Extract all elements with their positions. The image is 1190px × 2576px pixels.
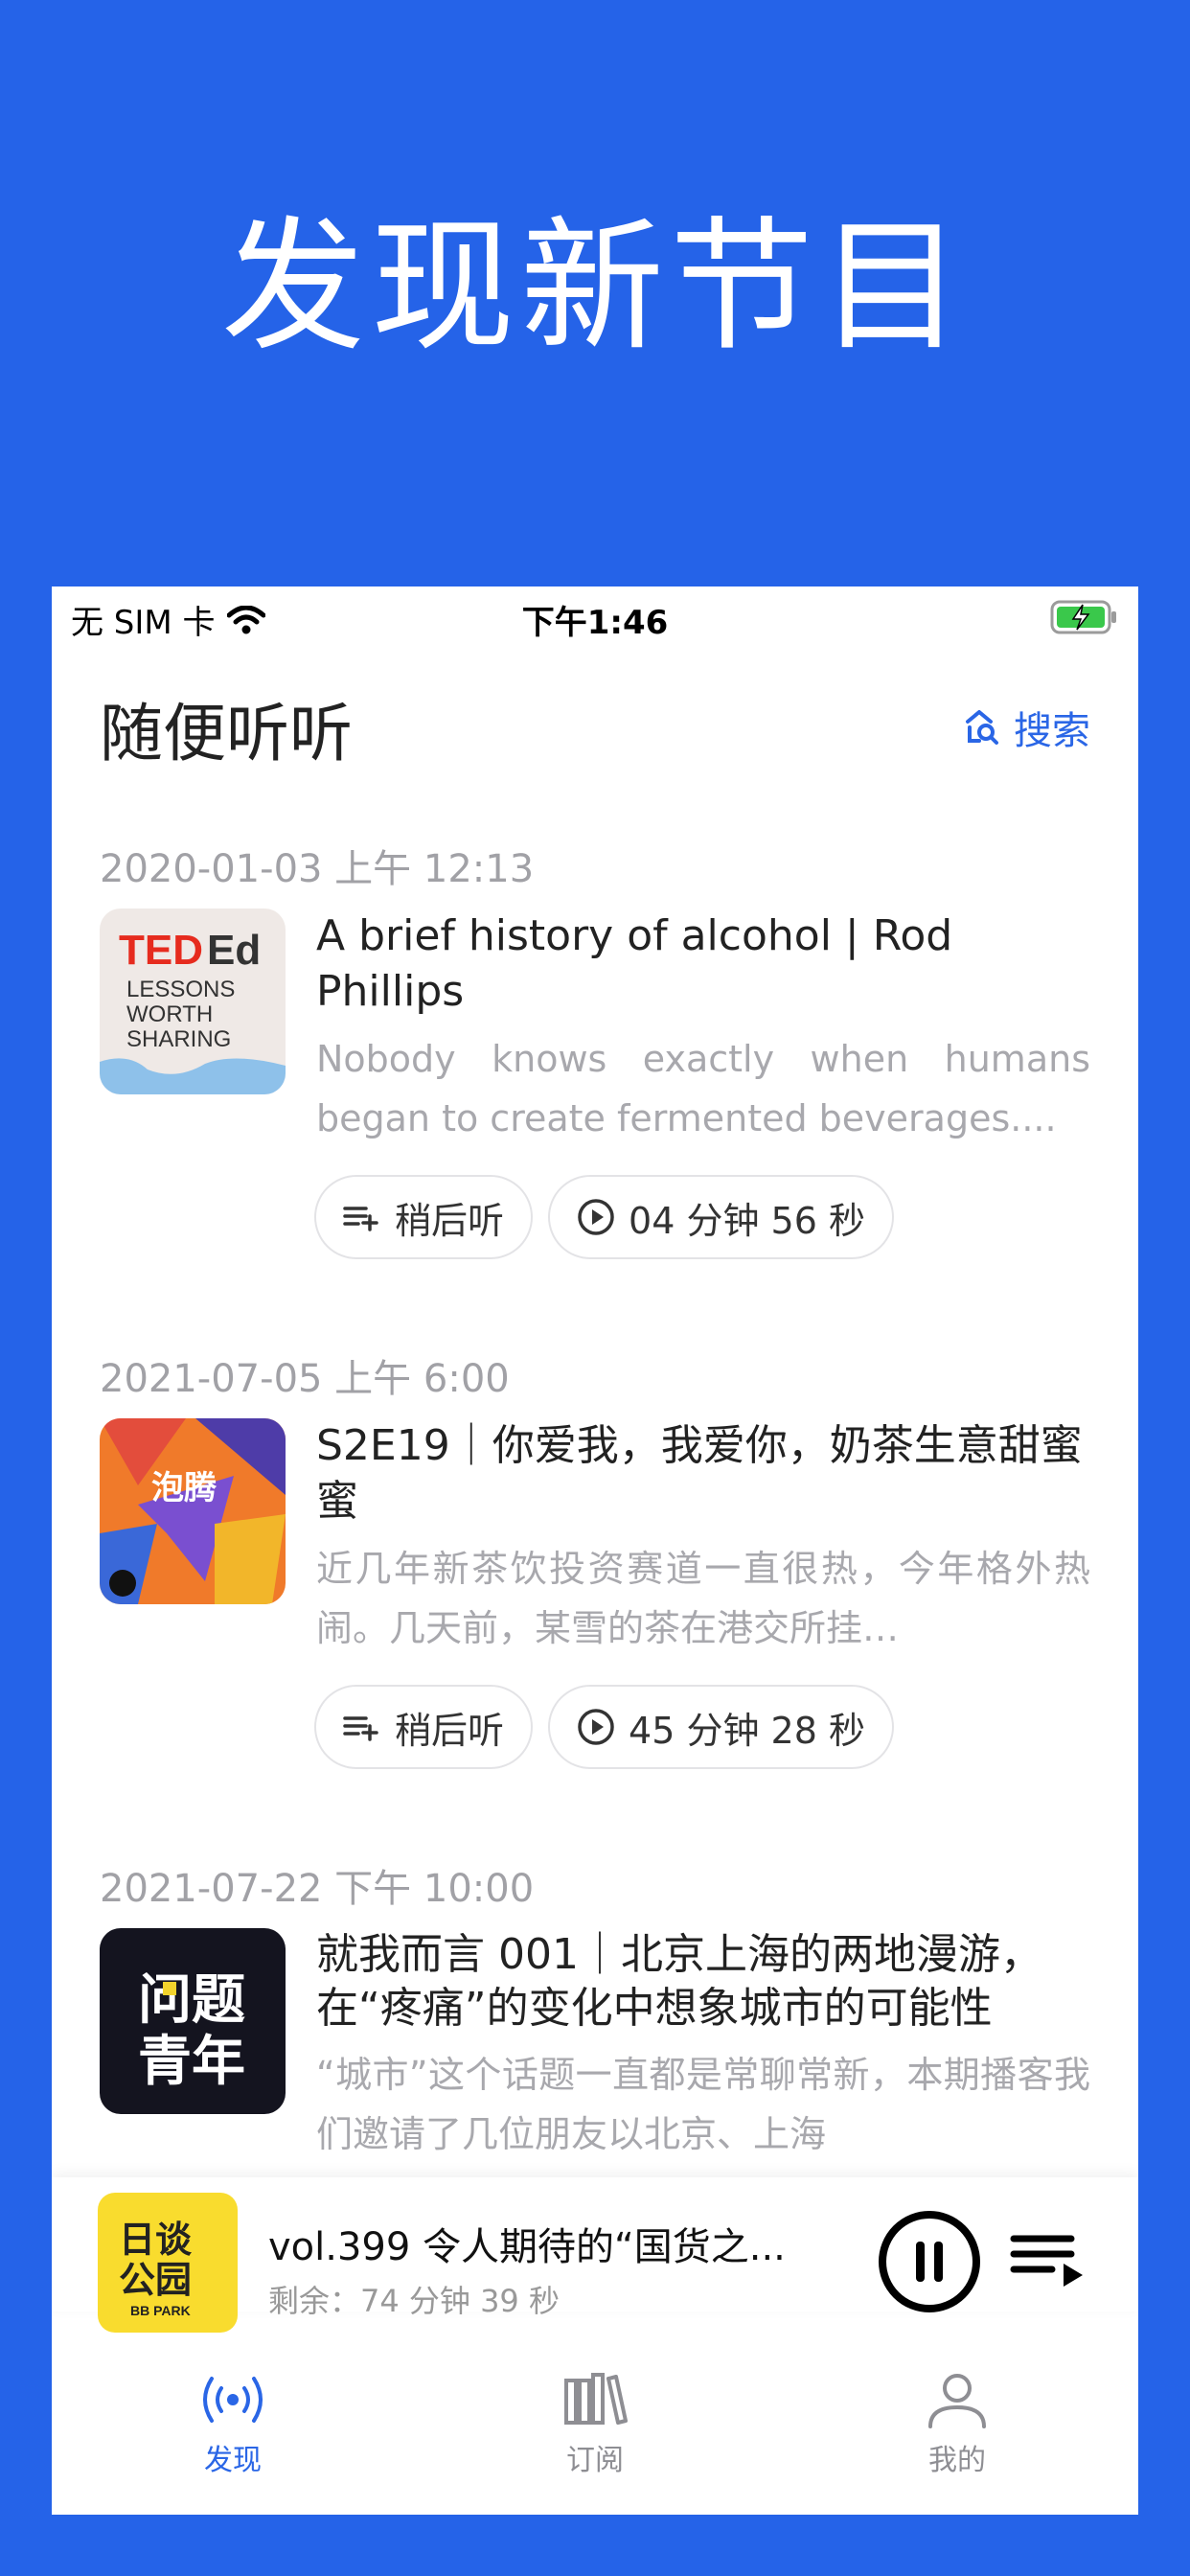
queue-icon[interactable]: [1010, 2231, 1087, 2288]
playlist-add-icon: [343, 1207, 378, 1231]
episode-item[interactable]: 2020-01-03 上午 12:13 TED Ed LESSONS WORTH…: [52, 816, 1138, 1326]
pause-button[interactable]: [878, 2210, 981, 2313]
status-time: 下午1:46: [521, 604, 669, 642]
tab-discover[interactable]: 发现: [52, 2365, 414, 2515]
svg-text:TED: TED: [119, 927, 203, 974]
episode-date: 2021-07-22 下午 10:00: [100, 1867, 535, 1911]
svg-text:BB PARK: BB PARK: [130, 2303, 191, 2318]
tab-subscriptions[interactable]: 订阅: [414, 2365, 776, 2515]
play-circle-icon: [578, 1709, 614, 1745]
page-title: 随便听听: [100, 697, 353, 770]
episode-feed[interactable]: 2020-01-03 上午 12:13 TED Ed LESSONS WORTH…: [52, 816, 1138, 2177]
search-icon: [966, 710, 998, 745]
episode-description: 近几年新茶饮投资赛道一直很热，今年格外热闹。几天前，某雪的茶在港交所挂…: [316, 1548, 1090, 1649]
tab-bar: 发现 订阅 我的: [52, 2365, 1138, 2515]
episode-title[interactable]: S2E19｜你爱我，我爱你，奶茶生意甜蜜蜜: [316, 1418, 1090, 1530]
svg-text:Ed: Ed: [207, 927, 261, 974]
player-title[interactable]: vol.399 令人期待的“国货之...: [268, 2216, 843, 2271]
broadcast-icon: [203, 2377, 263, 2423]
status-bar: 无 SIM 卡 下午1:46: [52, 586, 1138, 648]
svg-text:SHARING: SHARING: [126, 1026, 231, 1052]
search-label: 搜索: [1014, 709, 1090, 753]
play-duration-button[interactable]: 45 分钟 28 秒: [548, 1685, 894, 1769]
svg-text:青年: 青年: [138, 2031, 245, 2093]
episode-item[interactable]: 2021-07-05 上午 6:00 泡腾 S2E19｜你爱我，我爱你，奶茶生意…: [52, 1326, 1138, 1836]
episode-description: Nobody knows exactly when humans began t…: [316, 1038, 1090, 1139]
player-cover[interactable]: 日谈 公园 BB PARK: [98, 2193, 238, 2333]
episode-cover-ted-ed[interactable]: TED Ed LESSONS WORTH SHARING: [100, 908, 286, 1094]
promo-headline: 发现新节目: [220, 204, 969, 371]
svg-text:问题: 问题: [138, 1969, 245, 2032]
episode-title[interactable]: 就我而言 001｜北京上海的两地漫游，在“疼痛”的变化中想象城市的可能性: [316, 1928, 1090, 2036]
svg-text:WORTH: WORTH: [126, 1001, 213, 1027]
listen-later-button[interactable]: 稍后听: [314, 1685, 534, 1769]
episode-date: 2020-01-03 上午 12:13: [100, 847, 535, 891]
battery-charging-icon: [1050, 600, 1116, 634]
player-remaining-time: 剩余：74 分钟 39 秒: [268, 2283, 560, 2319]
episode-item[interactable]: 2021-07-22 下午 10:00 问题 青年 就我而言 001｜北京上海的…: [52, 1836, 1138, 2177]
playlist-add-icon: [343, 1716, 378, 1741]
mini-player[interactable]: 日谈 公园 BB PARK vol.399 令人期待的“国货之... 剩余：74…: [52, 2177, 1138, 2333]
episode-description: “城市”这个话题一直都是常聊常新，本期播客我们邀请了几位朋友以北京、上海: [316, 2054, 1090, 2155]
svg-text:日谈: 日谈: [119, 2219, 193, 2261]
play-duration-button[interactable]: 04 分钟 56 秒: [548, 1175, 894, 1259]
play-circle-icon: [578, 1199, 614, 1235]
tab-profile[interactable]: 我的: [776, 2365, 1138, 2515]
episode-cover-wenti-qingnian[interactable]: 问题 青年: [100, 1928, 286, 2114]
phone-screen: 无 SIM 卡 下午1:46 随便听听 搜索 2020-01-03 上午 12:…: [52, 586, 1138, 2515]
svg-text:公园: 公园: [119, 2259, 192, 2301]
cover-text: 泡腾: [151, 1469, 217, 1507]
listen-later-button[interactable]: 稍后听: [314, 1175, 534, 1259]
search-button[interactable]: 搜索: [962, 700, 1090, 755]
svg-text:LESSONS: LESSONS: [126, 977, 235, 1002]
person-icon: [928, 2374, 986, 2428]
episode-title[interactable]: A brief history of alcohol | Rod Phillip…: [316, 908, 1090, 1020]
episode-date: 2021-07-05 上午 6:00: [100, 1357, 510, 1401]
library-icon: [564, 2373, 628, 2425]
episode-cover-paoteng[interactable]: 泡腾: [100, 1418, 286, 1604]
